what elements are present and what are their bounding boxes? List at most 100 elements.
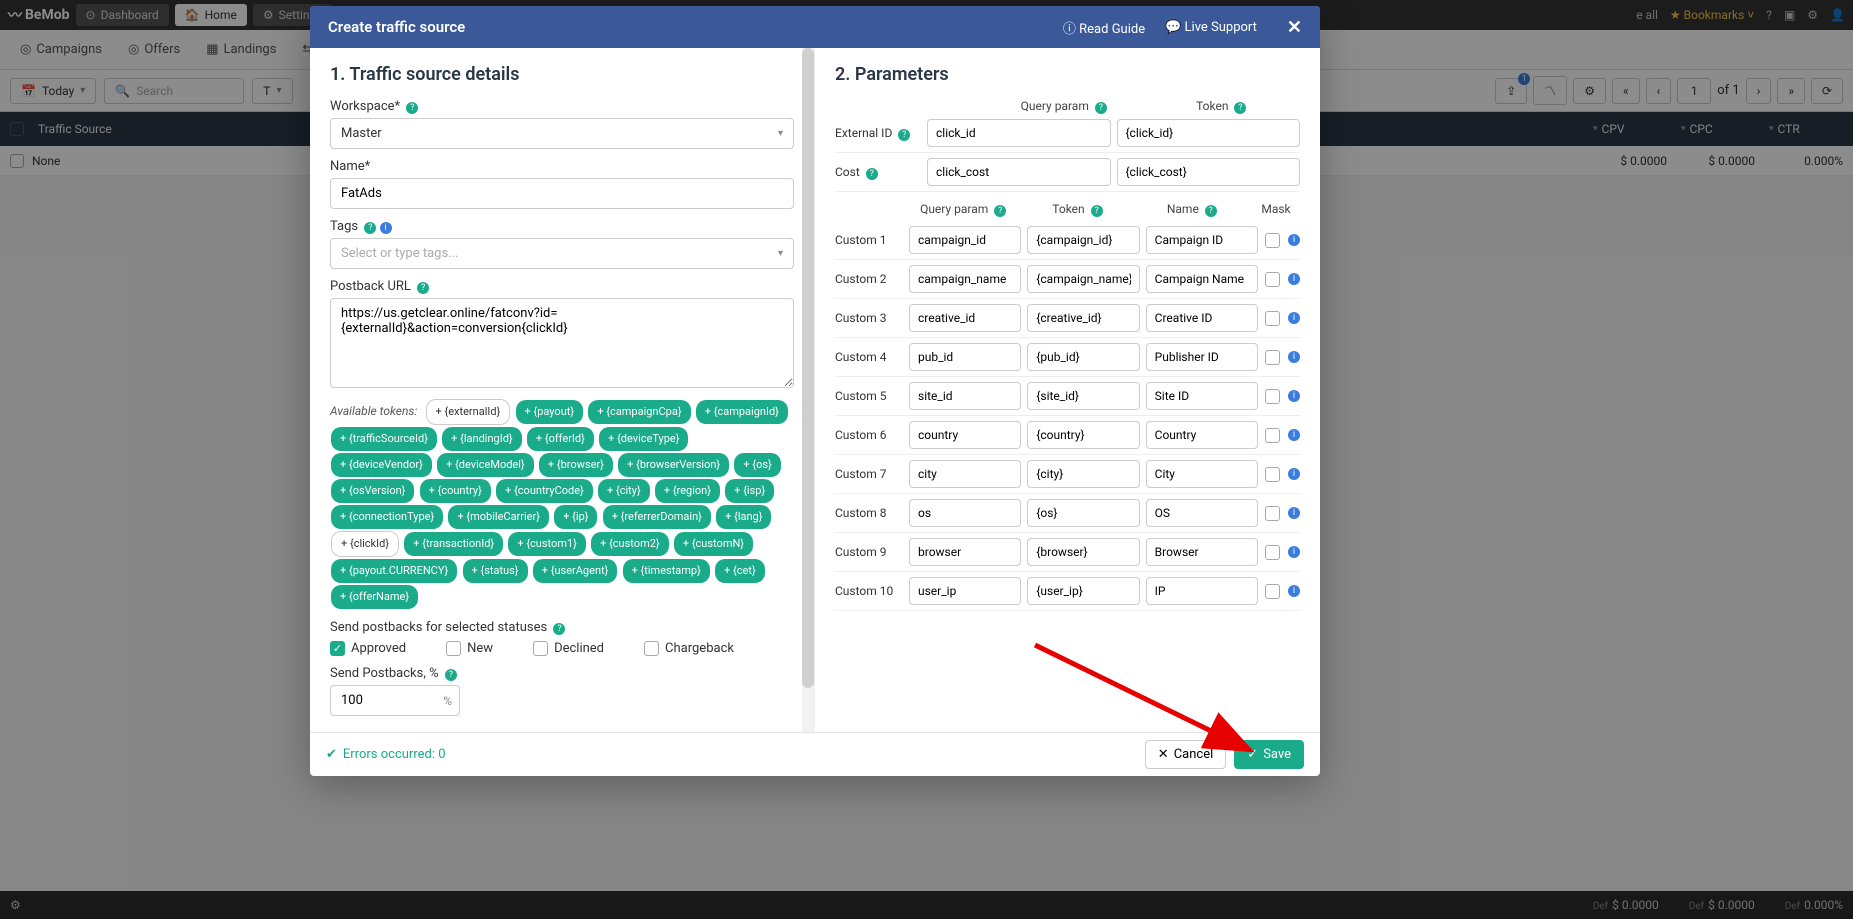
token-pill[interactable]: + {city} bbox=[598, 479, 650, 503]
token-pill[interactable]: + {lang} bbox=[716, 505, 771, 529]
token-pill[interactable]: + {offerName} bbox=[331, 585, 418, 609]
custom7-mask-checkbox[interactable] bbox=[1265, 467, 1280, 482]
custom6-qp-input[interactable] bbox=[909, 421, 1021, 449]
custom2-name-input[interactable] bbox=[1146, 265, 1258, 293]
custom2-qp-input[interactable] bbox=[909, 265, 1021, 293]
token-pill[interactable]: + {country} bbox=[420, 479, 491, 503]
custom7-token-input[interactable] bbox=[1027, 460, 1139, 488]
custom4-mask-checkbox[interactable] bbox=[1265, 350, 1280, 365]
token-pill[interactable]: + {deviceVendor} bbox=[331, 453, 432, 477]
cost-qp-input[interactable] bbox=[927, 158, 1111, 186]
token-pill[interactable]: + {landingId} bbox=[442, 427, 521, 451]
token-pill[interactable]: + {referrerDomain} bbox=[603, 505, 711, 529]
token-pill[interactable]: + {payout.CURRENCY} bbox=[331, 559, 457, 583]
custom10-token-input[interactable] bbox=[1027, 577, 1139, 605]
save-button[interactable]: ✓ Save bbox=[1234, 740, 1304, 769]
custom8-name-input[interactable] bbox=[1146, 499, 1258, 527]
custom10-mask-checkbox[interactable] bbox=[1265, 584, 1280, 599]
token-pill[interactable]: + {deviceModel} bbox=[437, 453, 534, 477]
custom9-qp-input[interactable] bbox=[909, 538, 1021, 566]
token-pill[interactable]: + {mobileCarrier} bbox=[448, 505, 549, 529]
token-pill[interactable]: + {cet} bbox=[715, 559, 765, 583]
custom3-mask-checkbox[interactable] bbox=[1265, 311, 1280, 326]
token-pill[interactable]: + {clickId} bbox=[331, 531, 399, 557]
live-support-link[interactable]: 💬 Live Support bbox=[1165, 20, 1257, 35]
token-pill[interactable]: + {osVersion} bbox=[331, 479, 414, 503]
custom3-name-input[interactable] bbox=[1146, 304, 1258, 332]
custom5-name-input[interactable] bbox=[1146, 382, 1258, 410]
token-pill[interactable]: + {campaignCpa} bbox=[588, 400, 690, 424]
info-icon[interactable]: i bbox=[1288, 585, 1300, 597]
token-pill[interactable]: + {custom1} bbox=[508, 532, 586, 556]
token-pill[interactable]: + {browserVersion} bbox=[618, 453, 729, 477]
token-pill[interactable]: + {offerId} bbox=[527, 427, 594, 451]
custom8-mask-checkbox[interactable] bbox=[1265, 506, 1280, 521]
token-pill[interactable]: + {browser} bbox=[539, 453, 613, 477]
token-pill[interactable]: + {deviceType} bbox=[599, 427, 688, 451]
workspace-select[interactable]: Master▾ bbox=[330, 118, 794, 149]
token-pill[interactable]: + {countryCode} bbox=[496, 479, 593, 503]
custom9-token-input[interactable] bbox=[1027, 538, 1139, 566]
token-pill[interactable]: + {os} bbox=[734, 453, 780, 477]
custom5-qp-input[interactable] bbox=[909, 382, 1021, 410]
custom4-token-input[interactable] bbox=[1027, 343, 1139, 371]
read-guide-link[interactable]: ⓘ Read Guide bbox=[1063, 18, 1145, 37]
token-pill[interactable]: + {externalId} bbox=[426, 399, 511, 425]
info-icon[interactable]: i bbox=[1288, 234, 1300, 246]
custom8-qp-input[interactable] bbox=[909, 499, 1021, 527]
token-pill[interactable]: + {payout} bbox=[516, 400, 584, 424]
custom2-mask-checkbox[interactable] bbox=[1265, 272, 1280, 287]
custom10-name-input[interactable] bbox=[1146, 577, 1258, 605]
token-pill[interactable]: + {custom2} bbox=[591, 532, 669, 556]
custom4-qp-input[interactable] bbox=[909, 343, 1021, 371]
token-pill[interactable]: + {region} bbox=[655, 479, 720, 503]
custom5-mask-checkbox[interactable] bbox=[1265, 389, 1280, 404]
info-icon[interactable]: i bbox=[1288, 351, 1300, 363]
token-pill[interactable]: + {status} bbox=[463, 559, 528, 583]
custom1-name-input[interactable] bbox=[1146, 226, 1258, 254]
info-icon[interactable]: i bbox=[1288, 546, 1300, 558]
status-approved[interactable]: ✓Approved bbox=[330, 641, 406, 656]
token-pill[interactable]: + {timestamp} bbox=[623, 559, 710, 583]
token-pill[interactable]: + {trafficSourceId} bbox=[331, 427, 437, 451]
token-pill[interactable]: + {campaignId} bbox=[696, 400, 788, 424]
token-pill[interactable]: + {customN} bbox=[674, 532, 753, 556]
custom8-token-input[interactable] bbox=[1027, 499, 1139, 527]
custom1-token-input[interactable] bbox=[1027, 226, 1139, 254]
custom7-name-input[interactable] bbox=[1146, 460, 1258, 488]
info-icon[interactable]: i bbox=[1288, 468, 1300, 480]
custom6-name-input[interactable] bbox=[1146, 421, 1258, 449]
close-icon[interactable]: ✕ bbox=[1287, 17, 1302, 38]
cost-token-input[interactable] bbox=[1117, 158, 1301, 186]
custom3-qp-input[interactable] bbox=[909, 304, 1021, 332]
name-input[interactable] bbox=[330, 178, 794, 209]
info-icon[interactable]: i bbox=[1288, 312, 1300, 324]
token-pill[interactable]: + {ip} bbox=[554, 505, 597, 529]
postback-textarea[interactable]: https://us.getclear.online/fatconv?id={e… bbox=[330, 298, 794, 388]
info-icon[interactable]: i bbox=[1288, 507, 1300, 519]
custom9-name-input[interactable] bbox=[1146, 538, 1258, 566]
token-pill[interactable]: + {connectionType} bbox=[331, 505, 443, 529]
scrollbar-thumb[interactable] bbox=[802, 48, 814, 688]
token-pill[interactable]: + {transactionId} bbox=[404, 532, 503, 556]
info-icon[interactable]: i bbox=[1288, 273, 1300, 285]
status-declined[interactable]: Declined bbox=[533, 641, 604, 656]
custom9-mask-checkbox[interactable] bbox=[1265, 545, 1280, 560]
custom5-token-input[interactable] bbox=[1027, 382, 1139, 410]
custom6-mask-checkbox[interactable] bbox=[1265, 428, 1280, 443]
custom4-name-input[interactable] bbox=[1146, 343, 1258, 371]
token-pill[interactable]: + {isp} bbox=[725, 479, 774, 503]
tags-select[interactable]: Select or type tags...▾ bbox=[330, 238, 794, 269]
external-token-input[interactable] bbox=[1117, 119, 1301, 147]
custom3-token-input[interactable] bbox=[1027, 304, 1139, 332]
custom1-qp-input[interactable] bbox=[909, 226, 1021, 254]
status-new[interactable]: New bbox=[446, 641, 493, 656]
token-pill[interactable]: + {userAgent} bbox=[533, 559, 618, 583]
custom1-mask-checkbox[interactable] bbox=[1265, 233, 1280, 248]
external-qp-input[interactable] bbox=[927, 119, 1111, 147]
custom10-qp-input[interactable] bbox=[909, 577, 1021, 605]
postbacks-pct-input[interactable] bbox=[330, 685, 460, 716]
info-icon[interactable]: i bbox=[1288, 429, 1300, 441]
info-icon[interactable]: i bbox=[1288, 390, 1300, 402]
custom2-token-input[interactable] bbox=[1027, 265, 1139, 293]
